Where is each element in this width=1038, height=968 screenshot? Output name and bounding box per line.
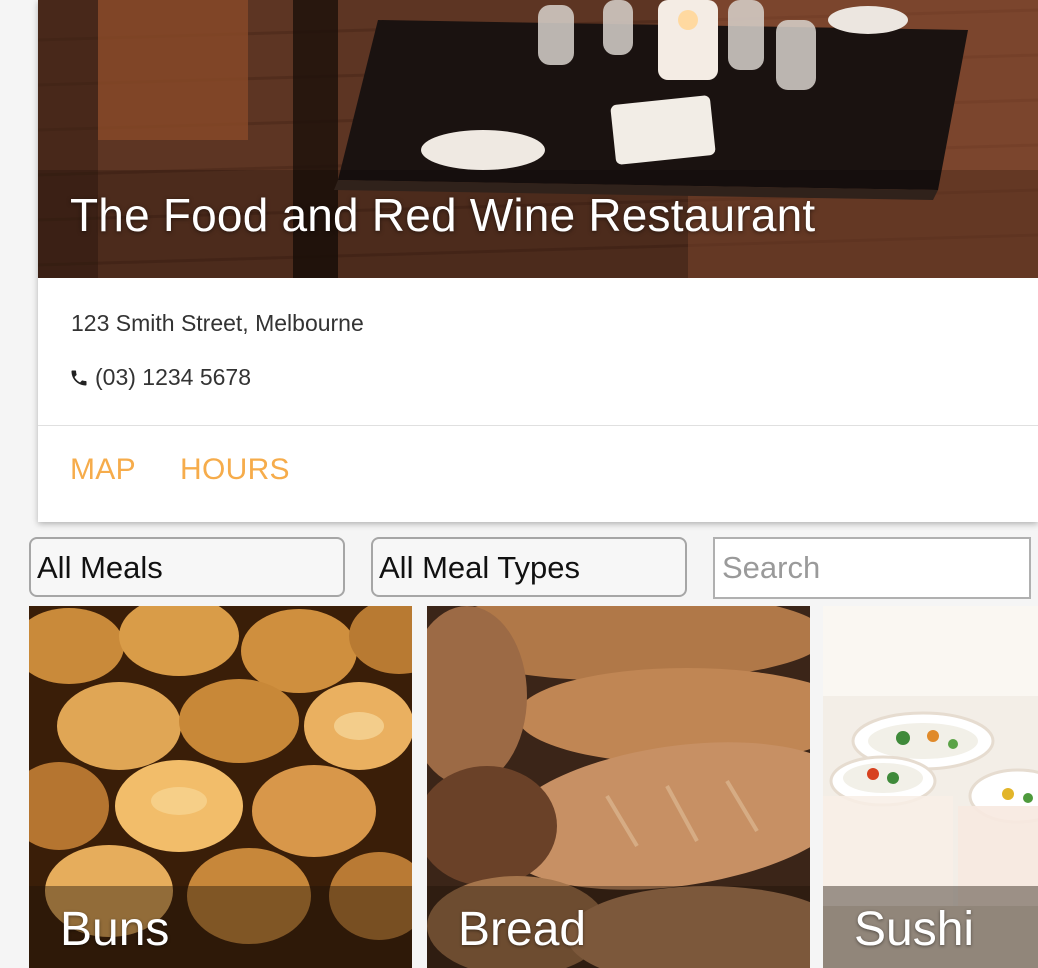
- map-button[interactable]: MAP: [70, 453, 136, 487]
- restaurant-phone[interactable]: (03) 1234 5678: [69, 364, 251, 391]
- restaurant-name: The Food and Red Wine Restaurant: [70, 189, 816, 241]
- phone-icon: [71, 370, 87, 385]
- menu-item-buns[interactable]: Buns: [29, 606, 412, 968]
- meal-types-select[interactable]: All Meal Types: [371, 537, 687, 597]
- menu-item-label: Sushi: [854, 903, 975, 956]
- meals-select[interactable]: All Meals: [29, 537, 345, 597]
- hours-button[interactable]: HOURS: [180, 453, 290, 487]
- menu-item-label: Bread: [458, 903, 587, 956]
- search-input[interactable]: [713, 537, 1031, 599]
- menu-item-label: Buns: [60, 903, 170, 956]
- menu-item-sushi[interactable]: Sushi: [823, 606, 1038, 968]
- restaurant-address: 123 Smith Street, Melbourne: [71, 310, 364, 336]
- restaurant-hero-image: The Food and Red Wine Restaurant: [38, 0, 1038, 278]
- card-divider: [38, 425, 1038, 426]
- phone-number: (03) 1234 5678: [95, 364, 252, 390]
- menu-item-bread[interactable]: Bread: [427, 606, 810, 968]
- restaurant-card: The Food and Red Wine Restaurant 123 Smi…: [38, 0, 1038, 522]
